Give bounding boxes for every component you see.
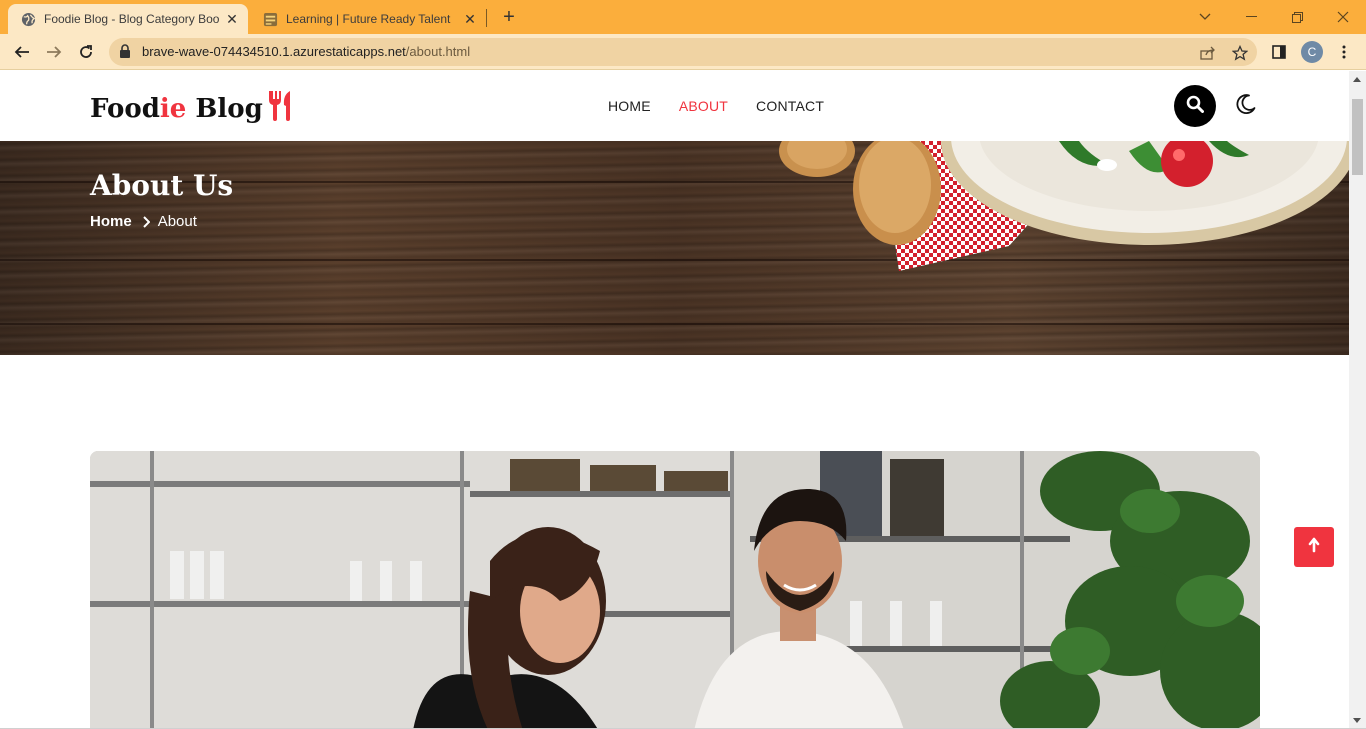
breadcrumb-current: About — [157, 213, 197, 230]
tab-title: Foodie Blog - Blog Category Boo — [44, 12, 220, 26]
logo-text-accent: ie — [159, 93, 187, 124]
url-path: /about.html — [405, 44, 471, 59]
page-title: About Us — [90, 169, 234, 202]
page-scrollbar[interactable] — [1349, 71, 1366, 729]
tab-separator — [486, 9, 487, 27]
site-header: Food ie Blog HOME ABOUT CONTACT — [0, 71, 1349, 141]
scroll-up-arrow-icon[interactable] — [1353, 77, 1361, 82]
breadcrumb: Home About — [90, 213, 197, 230]
close-tab-icon[interactable]: ✕ — [222, 9, 242, 29]
breadcrumb-home-link[interactable]: Home — [90, 213, 132, 230]
reload-icon[interactable] — [74, 40, 98, 64]
team-photo-illustration — [90, 451, 1260, 729]
back-arrow-icon[interactable] — [10, 40, 34, 64]
hero-food-illustration — [779, 141, 1349, 271]
nav-home[interactable]: HOME — [608, 98, 651, 114]
nav-contact[interactable]: CONTACT — [756, 98, 824, 114]
forward-arrow-icon[interactable] — [42, 40, 66, 64]
browser-tab-foodie-blog[interactable]: Foodie Blog - Blog Category Boo ✕ — [8, 4, 248, 34]
search-button[interactable] — [1174, 85, 1216, 127]
hero-banner: About Us Home About — [0, 141, 1349, 355]
logo-text-part1: Food — [90, 93, 160, 124]
fork-knife-icon — [266, 89, 296, 128]
browser-tab-learning[interactable]: Learning | Future Ready Talent ✕ — [250, 4, 486, 34]
minimize-icon[interactable] — [1228, 4, 1274, 30]
address-bar[interactable]: brave-wave-074434510.1.azurestaticapps.n… — [109, 38, 1257, 66]
profile-avatar[interactable]: C — [1301, 41, 1323, 63]
close-tab-icon[interactable]: ✕ — [460, 9, 480, 29]
tab-title: Learning | Future Ready Talent — [286, 12, 451, 26]
moon-icon — [1235, 93, 1257, 120]
nav-about[interactable]: ABOUT — [679, 98, 728, 114]
bookmark-star-icon[interactable] — [1231, 44, 1249, 62]
arrow-up-icon — [1308, 537, 1320, 558]
close-window-icon[interactable] — [1320, 4, 1366, 30]
logo-text-part2: Blog — [186, 93, 263, 124]
back-to-top-button[interactable] — [1294, 527, 1334, 567]
page-viewport: Food ie Blog HOME ABOUT CONTACT About Us… — [0, 71, 1349, 729]
tab-search-icon[interactable] — [1182, 4, 1228, 30]
globe-icon — [20, 11, 36, 27]
new-tab-button[interactable]: + — [498, 6, 520, 28]
restore-icon[interactable] — [1274, 4, 1320, 30]
browser-tab-strip: Foodie Blog - Blog Category Boo ✕ Learni… — [0, 0, 1366, 34]
url-text: brave-wave-074434510.1.azurestaticapps.n… — [142, 44, 470, 59]
learning-favicon-icon — [262, 11, 278, 27]
chevron-right-icon — [142, 215, 150, 228]
side-panel-icon[interactable] — [1267, 40, 1291, 64]
main-nav: HOME ABOUT CONTACT — [608, 98, 824, 114]
share-icon[interactable] — [1199, 44, 1217, 62]
scroll-down-arrow-icon[interactable] — [1353, 718, 1361, 723]
scrollbar-thumb[interactable] — [1352, 99, 1363, 175]
lock-icon[interactable] — [119, 44, 131, 63]
browser-toolbar: brave-wave-074434510.1.azurestaticapps.n… — [0, 34, 1366, 70]
more-menu-icon[interactable] — [1332, 40, 1356, 64]
about-team-photo — [90, 451, 1260, 729]
site-logo[interactable]: Food ie Blog — [90, 89, 296, 128]
search-icon — [1186, 95, 1204, 118]
url-host: brave-wave-074434510.1.azurestaticapps.n… — [142, 44, 406, 59]
dark-mode-toggle[interactable] — [1234, 93, 1258, 120]
